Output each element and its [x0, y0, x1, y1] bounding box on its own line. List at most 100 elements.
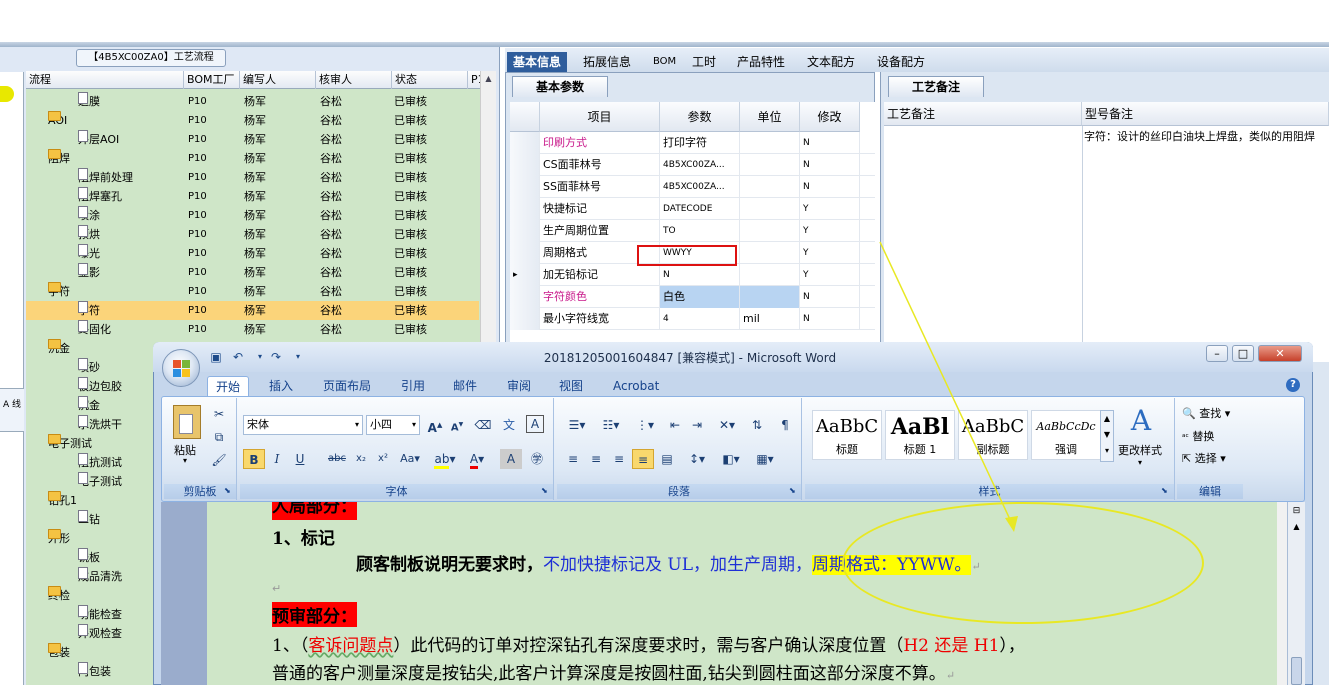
params-row[interactable]: SS面菲林号 4B5XC00ZA... N: [510, 176, 875, 198]
tree-node[interactable]: 曝光: [78, 244, 100, 263]
param-value[interactable]: DATECODE: [660, 198, 740, 220]
tree-node[interactable]: 终固化: [78, 320, 111, 339]
redo-icon[interactable]: ↷: [268, 349, 284, 365]
tree-node[interactable]: −外形: [48, 529, 70, 548]
char-shading-icon[interactable]: A: [500, 449, 522, 469]
save-icon[interactable]: ▣: [208, 349, 224, 365]
tree-node[interactable]: 铣板: [78, 548, 100, 567]
row-header[interactable]: [510, 308, 540, 330]
tree-node[interactable]: 喷砂: [78, 358, 100, 377]
tree-node[interactable]: 外观检查: [78, 624, 122, 643]
row-header[interactable]: ▸: [510, 264, 540, 286]
tree-node[interactable]: 退膜: [78, 92, 100, 111]
tree-row[interactable]: −阻焊 P10 杨军 谷松 已审核: [26, 149, 479, 168]
paste-icon[interactable]: [173, 405, 201, 439]
row-header[interactable]: [510, 132, 540, 154]
office-button-icon[interactable]: [162, 349, 200, 387]
tree-node[interactable]: 显影: [78, 263, 100, 282]
params-row[interactable]: 印刷方式 打印字符 N: [510, 132, 875, 154]
copy-icon[interactable]: ⧉: [208, 427, 230, 447]
tree-node[interactable]: 阻焊前处理: [78, 168, 133, 187]
tree-node[interactable]: −终检: [48, 586, 70, 605]
paragraph-launcher-icon[interactable]: ⬊: [789, 486, 796, 495]
param-value[interactable]: 4: [660, 308, 740, 330]
tree-node[interactable]: 电子测试: [78, 472, 122, 491]
font-launcher-icon[interactable]: ⬊: [541, 486, 548, 495]
underline-icon[interactable]: U: [289, 449, 311, 469]
row-header[interactable]: [510, 176, 540, 198]
col-header-process-remark[interactable]: 工艺备注: [884, 102, 1082, 126]
col-header-reviewer[interactable]: 核审人: [316, 71, 392, 89]
param-value[interactable]: 打印字符: [660, 132, 740, 154]
enclose-chars-icon[interactable]: ㊫: [526, 449, 548, 469]
tree-node[interactable]: −包装: [48, 643, 70, 662]
clipboard-launcher-icon[interactable]: ⬊: [224, 486, 231, 495]
tree-node[interactable]: 二钻: [78, 510, 100, 529]
borders-icon[interactable]: ▦▾: [750, 449, 780, 469]
subscript-icon[interactable]: x₂: [350, 449, 372, 469]
col-header-writer[interactable]: 编写人: [240, 71, 316, 89]
param-value[interactable]: 白色: [660, 286, 740, 308]
tree-row[interactable]: 外层AOI P10 杨军 谷松 已审核: [26, 130, 479, 149]
tree-node[interactable]: 喷涂: [78, 206, 100, 225]
params-row[interactable]: CS面菲林号 4B5XC00ZA... N: [510, 154, 875, 176]
params-row[interactable]: 生产周期位置 TO Y: [510, 220, 875, 242]
font-color-icon[interactable]: A▾: [462, 449, 492, 469]
tree-node[interactable]: −钻孔1: [48, 491, 77, 510]
style-title[interactable]: AaBbC 标题: [812, 410, 882, 460]
shading-icon[interactable]: ◧▾: [716, 449, 746, 469]
decrease-indent-icon[interactable]: ⇤: [664, 415, 686, 435]
tree-node[interactable]: −沉金: [48, 339, 70, 358]
style-heading1[interactable]: AaBl 标题 1: [885, 410, 955, 460]
scroll-up-arrow-icon[interactable]: ▲: [481, 71, 496, 87]
sort-icon[interactable]: ⇅: [746, 415, 768, 435]
tab-page-layout[interactable]: 页面布局: [315, 376, 379, 396]
tree-node[interactable]: 阻抗测试: [78, 453, 122, 472]
undo-icon[interactable]: ↶: [230, 349, 246, 365]
italic-icon[interactable]: I: [266, 449, 288, 469]
params-row[interactable]: 最小字符线宽 4 mil N: [510, 308, 875, 330]
col-header-bom[interactable]: BOM工厂: [184, 71, 240, 89]
tree-node[interactable]: 功能检查: [78, 605, 122, 624]
tree-row[interactable]: 曝光 P10 杨军 谷松 已审核: [26, 244, 479, 263]
superscript-icon[interactable]: x²: [372, 449, 394, 469]
col-header-unit[interactable]: 单位: [740, 102, 800, 132]
styles-scroll-icon[interactable]: ▲ ▼ ▾: [1100, 410, 1114, 462]
close-button[interactable]: ✕: [1258, 345, 1302, 362]
tree-row[interactable]: 字符 P10 杨军 谷松 已审核: [26, 301, 479, 320]
tree-node[interactable]: 预烘: [78, 225, 100, 244]
tree-node[interactable]: −字符: [48, 282, 70, 301]
show-marks-icon[interactable]: ¶: [774, 415, 796, 435]
model-remark-text[interactable]: 字符：设计的丝印白油块上焊盘，类似的用阻焊: [1084, 128, 1329, 144]
col-header-modify[interactable]: 修改: [800, 102, 860, 132]
tab-text-recipe[interactable]: 文本配方: [801, 52, 861, 72]
tree-row[interactable]: 退膜 P10 杨军 谷松 已审核: [26, 92, 479, 111]
tab-process-remark[interactable]: 工艺备注: [888, 76, 984, 97]
font-size-select[interactable]: 小四 ▾: [366, 415, 420, 435]
multilevel-list-icon[interactable]: ⋮▾: [630, 415, 660, 435]
side-tab[interactable]: A 线: [0, 388, 24, 432]
doc-ruler-toggle-icon[interactable]: ⊟: [1288, 502, 1305, 520]
tab-acrobat[interactable]: Acrobat: [605, 376, 667, 396]
tab-extended-info[interactable]: 拓展信息: [577, 52, 637, 72]
find-button[interactable]: 🔍 查找 ▾: [1182, 405, 1230, 421]
distributed-icon[interactable]: ▤: [656, 449, 678, 469]
maximize-button[interactable]: □: [1232, 345, 1254, 362]
tree-row[interactable]: 显影 P10 杨军 谷松 已审核: [26, 263, 479, 282]
col-header-model-remark[interactable]: 型号备注: [1082, 102, 1329, 126]
help-icon[interactable]: ?: [1286, 378, 1300, 392]
change-styles-dropdown-icon[interactable]: ▾: [1138, 458, 1142, 467]
document-scrollbar[interactable]: ⊟ ▲: [1287, 502, 1305, 685]
param-value[interactable]: TO: [660, 220, 740, 242]
tree-node[interactable]: 板边包胶: [78, 377, 122, 396]
tree-row[interactable]: −字符 P10 杨军 谷松 已审核: [26, 282, 479, 301]
line-spacing-icon[interactable]: ↕▾: [682, 449, 712, 469]
cut-icon[interactable]: ✂: [208, 404, 230, 424]
doc-scroll-up-icon[interactable]: ▲: [1288, 520, 1305, 534]
tab-basic-params[interactable]: 基本参数: [512, 76, 608, 97]
tree-node[interactable]: 阻焊塞孔: [78, 187, 122, 206]
undo-dropdown-icon[interactable]: ▾: [252, 349, 268, 365]
doc-scroll-thumb[interactable]: [1291, 657, 1302, 685]
row-header[interactable]: [510, 242, 540, 264]
tab-bom[interactable]: BOM: [647, 52, 682, 72]
